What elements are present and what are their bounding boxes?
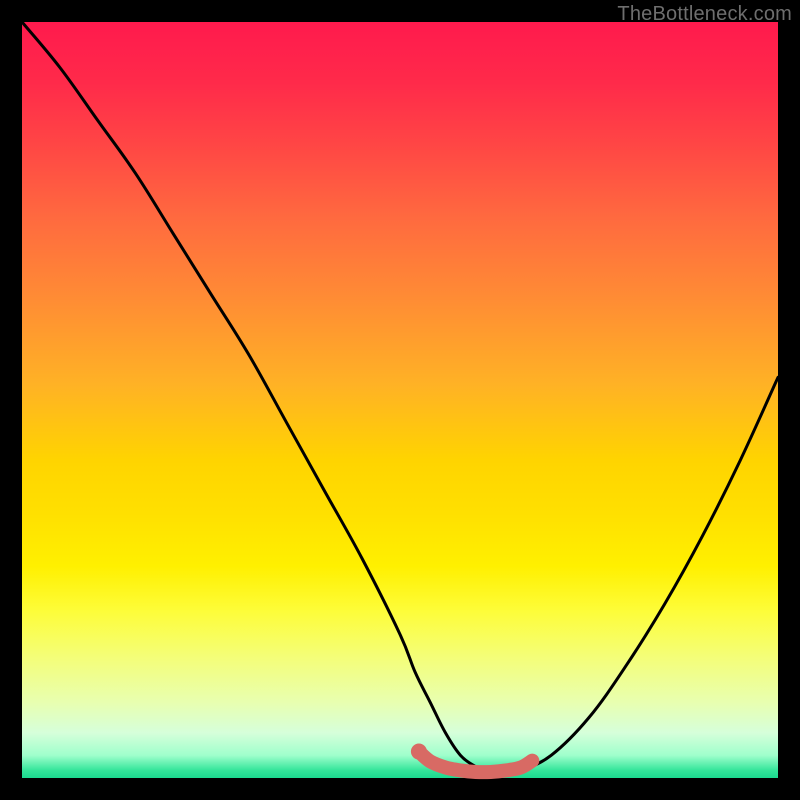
chart-frame: TheBottleneck.com	[0, 0, 800, 800]
chart-svg	[22, 22, 778, 778]
watermark-text: TheBottleneck.com	[617, 3, 792, 26]
bottleneck-curve	[22, 22, 778, 775]
chart-plot-area	[22, 22, 778, 778]
optimal-zone-highlight	[411, 744, 532, 773]
